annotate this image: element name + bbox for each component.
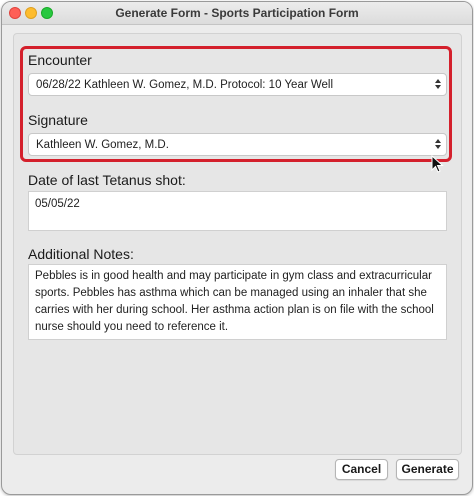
- up-down-chevron-icon: [435, 79, 441, 89]
- window-title: Generate Form - Sports Participation For…: [115, 6, 359, 20]
- up-down-chevron-icon: [435, 139, 441, 149]
- notes-label: Additional Notes:: [28, 246, 134, 262]
- title-bar: Generate Form - Sports Participation For…: [2, 2, 472, 25]
- tetanus-date-field[interactable]: 05/05/22: [28, 191, 447, 231]
- cancel-button[interactable]: Cancel: [335, 459, 388, 480]
- signature-select[interactable]: Kathleen W. Gomez, M.D.: [28, 133, 447, 156]
- generate-button[interactable]: Generate: [396, 459, 459, 480]
- signature-label: Signature: [28, 112, 88, 128]
- encounter-select[interactable]: 06/28/22 Kathleen W. Gomez, M.D. Protoco…: [28, 73, 447, 96]
- additional-notes-textarea[interactable]: Pebbles is in good health and may partic…: [28, 264, 447, 340]
- mouse-pointer-icon: [431, 155, 444, 173]
- signature-select-value: Kathleen W. Gomez, M.D.: [36, 139, 169, 151]
- tetanus-label: Date of last Tetanus shot:: [28, 172, 186, 188]
- encounter-label: Encounter: [28, 52, 92, 68]
- encounter-select-value: 06/28/22 Kathleen W. Gomez, M.D. Protoco…: [36, 79, 334, 91]
